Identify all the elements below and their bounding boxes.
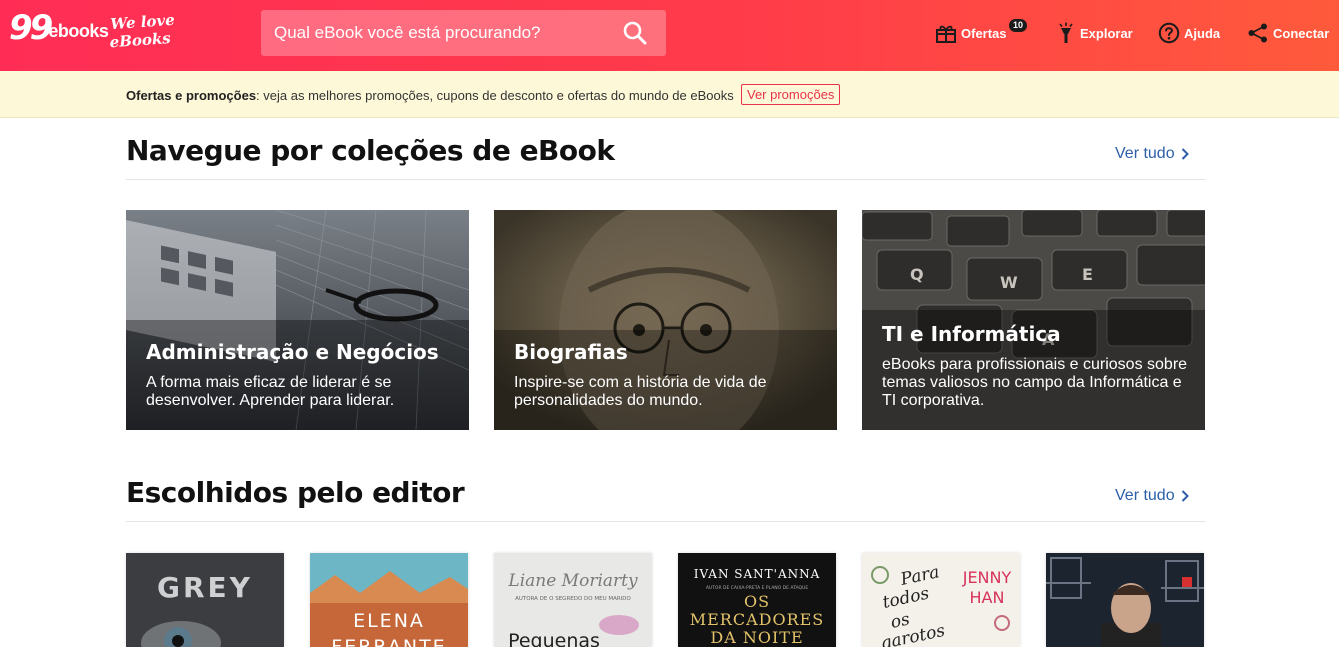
collections-divider xyxy=(126,179,1206,180)
tagline-line2: eBooks xyxy=(109,29,172,52)
book-subtitle: AUTOR DE CAIXA-PRETA E PLANO DE ATAQUE xyxy=(706,585,809,591)
mercadores-cover-art: IVAN SANT'ANNA AUTOR DE CAIXA-PRETA E PL… xyxy=(678,553,836,647)
editor-picks-title: Escolhidos pelo editor xyxy=(126,476,465,509)
nav-help-label: Ajuda xyxy=(1184,25,1221,41)
book-cover-jenny-han[interactable]: Para todos os garotos JENNY HAN xyxy=(862,553,1020,647)
key-w-label: W xyxy=(1000,273,1018,292)
nav-offers[interactable]: Ofertas xyxy=(935,21,1007,45)
nav-offers-label: Ofertas xyxy=(961,25,1007,41)
collections-see-all-link[interactable]: Ver tudo xyxy=(1115,145,1189,163)
collection-card-description: A forma mais eficaz de liderar é se dese… xyxy=(146,374,395,409)
biography-cover-art xyxy=(1046,553,1204,647)
book-author-last: HAN xyxy=(970,588,1005,607)
torch-icon xyxy=(1059,22,1073,43)
logo-word: ebooks xyxy=(48,21,109,41)
chevron-right-icon xyxy=(1181,148,1189,160)
promo-text: Ofertas e promoções: veja as melhores pr… xyxy=(126,88,734,103)
offers-count-badge: 10 xyxy=(1009,19,1028,32)
collection-card-business[interactable]: Administração e Negócios A forma mais ef… xyxy=(126,210,469,430)
book-title-line1: OS xyxy=(744,592,770,611)
key-e-label: E xyxy=(1082,265,1093,284)
book-cover-moriarty[interactable]: Liane Moriarty AUTORA DE O SEGREDO DO ME… xyxy=(494,553,652,647)
collection-card-title: TI e Informática xyxy=(882,322,1061,346)
editor-picks-divider xyxy=(126,521,1206,522)
chevron-right-icon xyxy=(1181,490,1189,502)
nav-explore-label: Explorar xyxy=(1080,25,1133,41)
search-icon[interactable] xyxy=(622,20,648,46)
collection-card-it[interactable]: Q W E A TI e Informática eBooks para pro… xyxy=(862,210,1205,430)
collection-card-title: Administração e Negócios xyxy=(146,340,439,364)
book-author-first: ELENA xyxy=(353,610,425,632)
promo-description: : veja as melhores promoções, cupons de … xyxy=(256,88,734,103)
collections-title: Navegue por coleções de eBook xyxy=(126,134,615,167)
top-header: 99 ebooks We love eBooks Ofertas 10 Exp xyxy=(0,0,1339,71)
book-title-line3: DA NOITE xyxy=(710,628,803,647)
promo-label: Ofertas e promoções xyxy=(126,88,257,103)
gift-icon xyxy=(936,25,956,43)
book-subtitle: AUTORA DE O SEGREDO DO MEU MARIDO xyxy=(515,596,631,602)
book-cover-mercadores[interactable]: IVAN SANT'ANNA AUTOR DE CAIXA-PRETA E PL… xyxy=(678,553,836,647)
grey-cover-art: GREY xyxy=(126,553,284,647)
book-author: Liane Moriarty xyxy=(507,571,638,591)
collection-card-title: Biografias xyxy=(514,340,628,364)
site-logo[interactable]: 99 ebooks xyxy=(9,8,109,48)
share-icon xyxy=(1248,23,1267,43)
collection-card-description: Inspire-se com a história de vida de per… xyxy=(514,374,767,409)
editor-picks-see-all-link[interactable]: Ver tudo xyxy=(1115,487,1189,505)
collections-see-all-label: Ver tudo xyxy=(1115,145,1175,162)
nav-connect[interactable]: Conectar xyxy=(1247,21,1329,45)
nav-explore[interactable]: Explorar xyxy=(1056,21,1133,45)
collection-card-biographies[interactable]: Biografias Inspire-se com a história de … xyxy=(494,210,837,430)
book-title-text: GREY xyxy=(157,571,253,604)
search-input[interactable] xyxy=(261,10,621,56)
moriarty-cover-art: Liane Moriarty AUTORA DE O SEGREDO DO ME… xyxy=(494,553,652,647)
book-author-last: FERRANTE xyxy=(331,636,446,647)
editor-picks-see-all-label: Ver tudo xyxy=(1115,487,1175,504)
jenny-han-cover-art: Para todos os garotos JENNY HAN xyxy=(862,553,1020,647)
nav-help[interactable]: Ajuda xyxy=(1158,21,1220,45)
search-box xyxy=(261,10,666,56)
question-icon xyxy=(1158,22,1180,44)
key-q-label: Q xyxy=(910,265,924,284)
ferrante-cover-art: ELENA FERRANTE xyxy=(310,553,468,647)
collection-card-description: eBooks para profissionais e curiosos sob… xyxy=(882,356,1188,409)
book-title-text: Pequenas xyxy=(508,630,600,647)
promo-bar: Ofertas e promoções: veja as melhores pr… xyxy=(0,71,1339,118)
book-title-line2: MERCADORES xyxy=(690,610,825,629)
logo-number: 99 xyxy=(9,8,53,48)
see-promotions-button[interactable]: Ver promoções xyxy=(741,84,841,105)
book-cover-biography[interactable] xyxy=(1046,553,1204,647)
book-author: IVAN SANT'ANNA xyxy=(694,567,821,581)
book-author-first: JENNY xyxy=(962,568,1012,587)
book-cover-ferrante[interactable]: ELENA FERRANTE xyxy=(310,553,468,647)
nav-connect-label: Conectar xyxy=(1273,25,1330,41)
tagline: We love eBooks xyxy=(109,11,177,52)
book-cover-grey[interactable]: GREY xyxy=(126,553,284,647)
